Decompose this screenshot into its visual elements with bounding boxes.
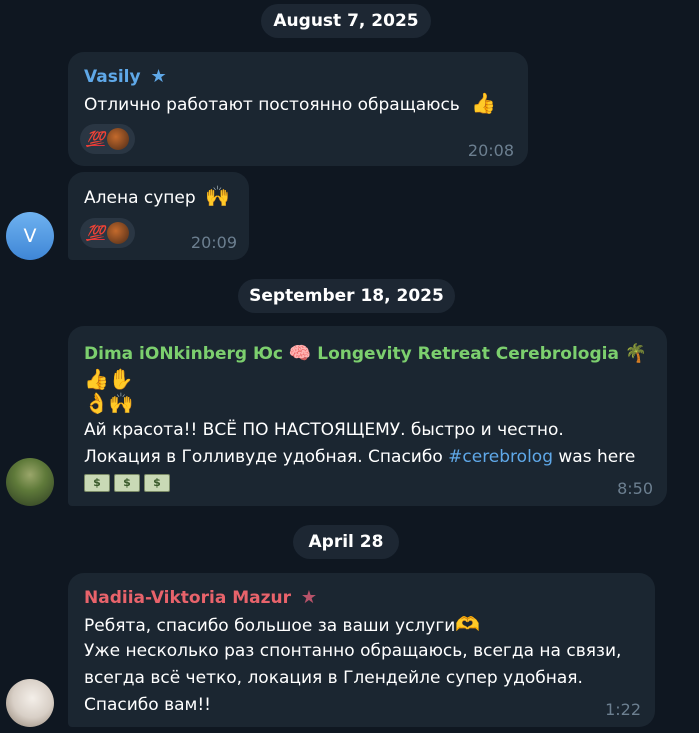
author-name-vasily[interactable]: Vasily ★ [84, 66, 167, 87]
message-bubble-nadiia[interactable]: Nadiia-Viktoria Mazur ★ Ребята, спасибо … [68, 573, 655, 727]
thumbs-up-icon: 👍 [84, 367, 109, 391]
hundred-icon: 💯 [86, 130, 105, 148]
message-time: 8:50 [617, 479, 653, 498]
message-time: 20:09 [190, 233, 237, 252]
star-icon: ★ [300, 587, 318, 608]
reactor-avatar [106, 128, 129, 150]
avatar-nadiia[interactable] [6, 679, 54, 727]
money-icon: $ [114, 474, 140, 492]
ok-hand-icon: 👌 [84, 391, 109, 415]
message-text: Алена супер 🙌 [84, 184, 230, 208]
author-name-dima[interactable]: Dima iONkinberg Юс 🧠 Longevity Retreat C… [84, 340, 647, 367]
money-icon: $ [144, 474, 170, 492]
heart-hands-icon: 🫶 [455, 612, 481, 636]
money-emoji-row: $ $ $ [84, 470, 174, 497]
date-separator-august: August 7, 2025 [261, 4, 431, 38]
reaction-chip[interactable]: 💯 [80, 218, 135, 248]
message-bubble-vasily[interactable]: Vasily ★ Отлично работают постоянно обра… [68, 52, 528, 166]
message-text: Отлично работают постоянно обращаюсь 👍 [84, 91, 497, 115]
message-line-1: Ребята, спасибо большое за ваши услуги🫶 [84, 612, 481, 636]
raised-hands-icon: 🙌 [205, 184, 230, 208]
message-line-1: Ай красота!! ВСЁ ПО НАСТОЯЩЕМУ. быстро и… [84, 420, 564, 440]
author-name-nadiia[interactable]: Nadiia-Viktoria Mazur ★ [84, 587, 317, 608]
star-icon: ★ [150, 66, 167, 87]
message-line-2: Локация в Голливуде удобная. Спасибо #ce… [84, 447, 636, 467]
thumbs-up-icon: 👍 [471, 91, 497, 115]
message-bubble-vasily-2[interactable]: Алена супер 🙌 💯 20:09 [68, 172, 249, 260]
date-separator-september: September 18, 2025 [238, 279, 455, 313]
hundred-icon: 💯 [86, 224, 105, 242]
reactor-avatar [106, 222, 129, 244]
money-icon: $ [84, 474, 110, 492]
emoji-row-2: 👌🙌 [84, 390, 134, 419]
avatar-vasily[interactable]: V [6, 212, 54, 260]
date-separator-april: April 28 [293, 525, 399, 559]
message-line-4: Спасибо вам!! [84, 695, 211, 715]
message-line-2: Уже несколько раз спонтанно обращаюсь, в… [84, 641, 622, 661]
message-time: 20:08 [467, 141, 514, 160]
message-line-3: всегда всё четко, локация в Глендейле су… [84, 668, 583, 688]
palm-tree-icon: 🌴 [624, 343, 648, 364]
brain-icon: 🧠 [288, 343, 312, 364]
hashtag-link[interactable]: #cerebrolog [448, 447, 553, 467]
message-time: 1:22 [605, 700, 641, 719]
reaction-chip[interactable]: 💯 [80, 124, 135, 154]
avatar-dima[interactable] [6, 458, 54, 506]
raised-hand-icon: ✋ [108, 367, 134, 391]
raised-hands-icon: 🙌 [108, 391, 134, 415]
message-bubble-dima[interactable]: Dima iONkinberg Юс 🧠 Longevity Retreat C… [68, 326, 667, 506]
